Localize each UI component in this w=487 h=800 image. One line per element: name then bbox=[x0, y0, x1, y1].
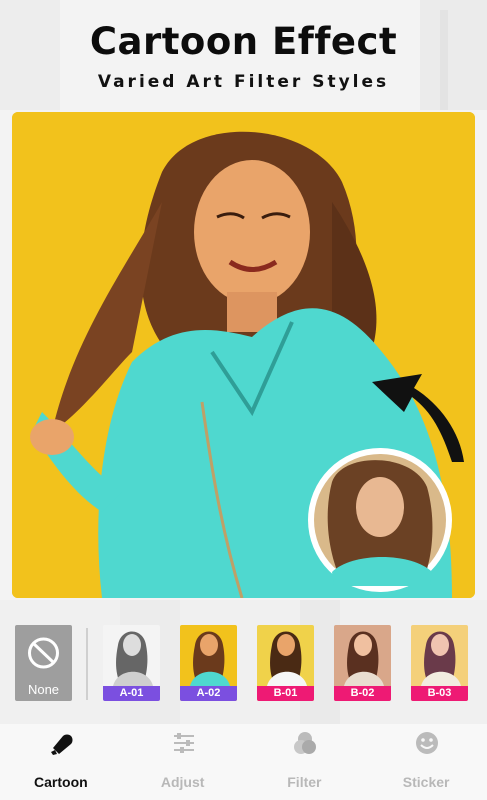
thumb-image bbox=[344, 631, 384, 686]
tab-sticker-label: Sticker bbox=[402, 774, 450, 790]
filter-tag: A-02 bbox=[180, 686, 237, 701]
tab-adjust[interactable]: Adjust bbox=[123, 724, 243, 800]
filter-thumb-b02[interactable]: B-02 bbox=[334, 625, 391, 701]
filter-thumb-a02[interactable]: A-02 bbox=[180, 625, 237, 701]
tab-cartoon-label: Cartoon bbox=[34, 774, 88, 790]
cartoon-brush-icon bbox=[50, 734, 73, 755]
tab-sticker[interactable]: Sticker bbox=[366, 724, 486, 800]
thumb-image bbox=[113, 631, 153, 686]
page-subtitle: Varied Art Filter Styles bbox=[97, 72, 390, 92]
filter-thumb-a01[interactable]: A-01 bbox=[103, 625, 160, 701]
tab-filter[interactable]: Filter bbox=[244, 724, 364, 800]
thumb-image bbox=[267, 631, 307, 686]
filter-tag: A-01 bbox=[103, 686, 160, 701]
filter-circles-icon bbox=[294, 732, 317, 754]
divider bbox=[86, 628, 88, 700]
cartoon-photo-preview[interactable] bbox=[12, 112, 475, 598]
tab-cartoon[interactable]: Cartoon bbox=[1, 724, 121, 800]
filter-thumb-b01[interactable]: B-01 bbox=[257, 625, 314, 701]
no-filter-icon bbox=[28, 637, 59, 669]
smiley-icon bbox=[416, 732, 439, 754]
page-title: Cartoon Effect bbox=[89, 20, 398, 63]
tab-adjust-label: Adjust bbox=[160, 774, 205, 790]
filter-tag: B-01 bbox=[257, 686, 314, 701]
tab-filter-label: Filter bbox=[287, 774, 322, 790]
filter-tag: B-02 bbox=[334, 686, 391, 701]
header: Cartoon Effect Varied Art Filter Styles bbox=[0, 0, 487, 108]
bottom-tab-bar: Cartoon Adjust Filter Sticker bbox=[0, 724, 487, 800]
filter-none-button[interactable]: None bbox=[15, 625, 72, 701]
thumb-image bbox=[190, 631, 230, 686]
sliders-icon bbox=[173, 733, 194, 753]
filter-tag: B-03 bbox=[411, 686, 468, 701]
thumb-image bbox=[421, 631, 461, 686]
filter-none-label: None bbox=[27, 682, 60, 697]
filter-strip: None A-01 A-02 B-01 B-02 B-03 bbox=[0, 612, 487, 712]
filter-thumb-b03[interactable]: B-03 bbox=[411, 625, 468, 701]
